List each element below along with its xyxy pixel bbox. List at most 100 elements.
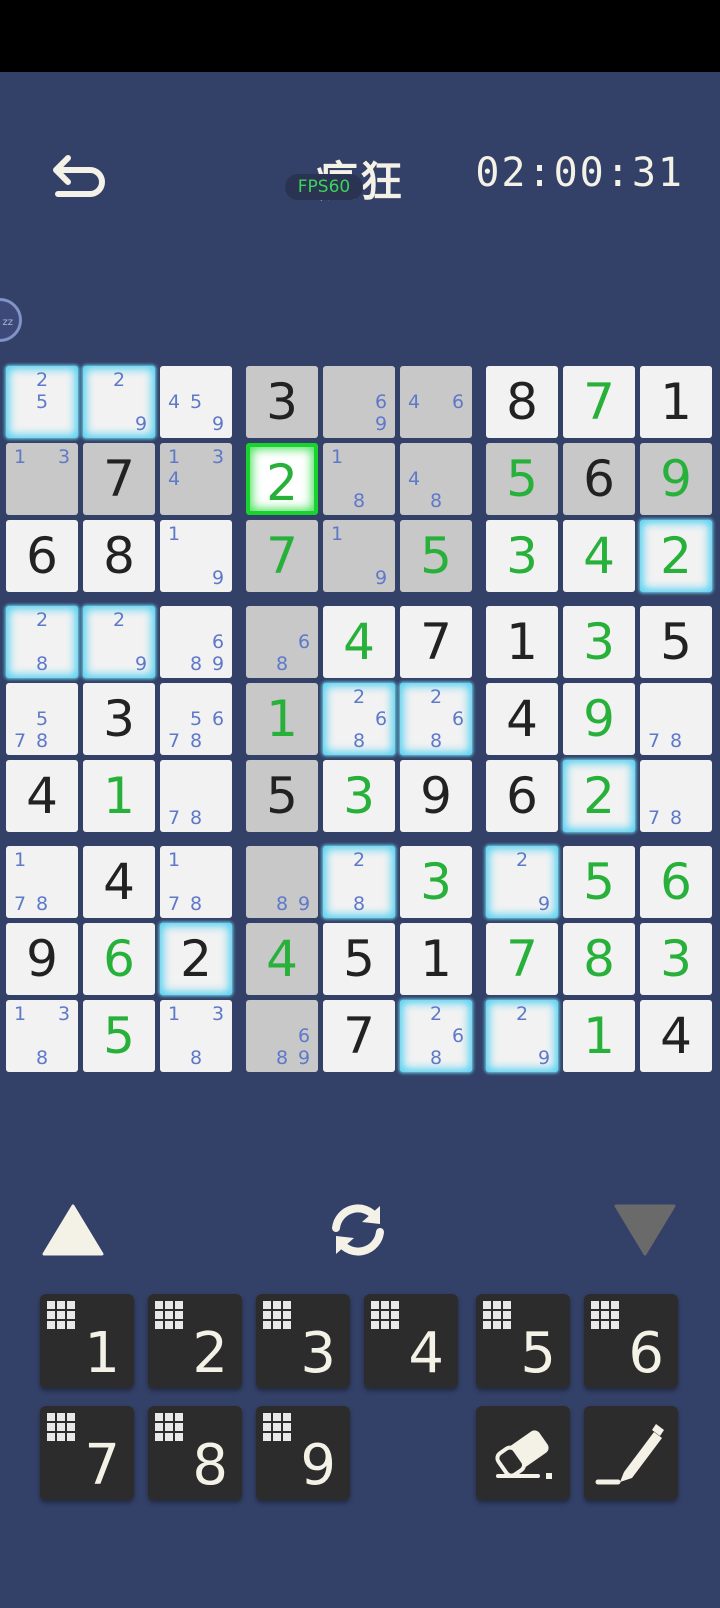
cell-r2c2[interactable]: 7 bbox=[83, 443, 155, 515]
cell-r1c7[interactable]: 8 bbox=[486, 366, 558, 438]
cell-r8c9[interactable]: 3 bbox=[640, 923, 712, 995]
cell-r7c5[interactable]: 28 bbox=[323, 846, 395, 918]
cell-r3c7[interactable]: 3 bbox=[486, 520, 558, 592]
cell-r2c1[interactable]: 13 bbox=[6, 443, 78, 515]
cell-r1c4[interactable]: 3 bbox=[246, 366, 318, 438]
cell-r3c9[interactable]: 2 bbox=[640, 520, 712, 592]
cell-r4c9[interactable]: 5 bbox=[640, 606, 712, 678]
cell-r2c4[interactable]: 2 bbox=[246, 443, 318, 515]
cell-r5c1[interactable]: 578 bbox=[6, 683, 78, 755]
cell-r1c9[interactable]: 1 bbox=[640, 366, 712, 438]
cell-r5c8[interactable]: 9 bbox=[563, 683, 635, 755]
cell-r7c3[interactable]: 1 78 bbox=[160, 846, 232, 918]
cell-r5c7[interactable]: 4 bbox=[486, 683, 558, 755]
cell-r2c9[interactable]: 9 bbox=[640, 443, 712, 515]
number-button-6[interactable]: 6 bbox=[584, 1294, 678, 1388]
cell-r4c6[interactable]: 7 bbox=[400, 606, 472, 678]
number-button-7[interactable]: 7 bbox=[40, 1406, 134, 1500]
cell-r1c1[interactable]: 25 bbox=[6, 366, 78, 438]
number-button-2[interactable]: 2 bbox=[148, 1294, 242, 1388]
cell-r8c7[interactable]: 7 bbox=[486, 923, 558, 995]
cell-r6c7[interactable]: 6 bbox=[486, 760, 558, 832]
cell-r7c9[interactable]: 6 bbox=[640, 846, 712, 918]
cell-r4c2[interactable]: 29 bbox=[83, 606, 155, 678]
cell-r6c6[interactable]: 9 bbox=[400, 760, 472, 832]
cell-r7c1[interactable]: 1 78 bbox=[6, 846, 78, 918]
cell-r6c9[interactable]: 78 bbox=[640, 760, 712, 832]
cell-r9c7[interactable]: 29 bbox=[486, 1000, 558, 1072]
cell-r2c7[interactable]: 5 bbox=[486, 443, 558, 515]
cell-r3c8[interactable]: 4 bbox=[563, 520, 635, 592]
entered-digit: 7 bbox=[266, 527, 298, 585]
cell-r8c3[interactable]: 2 bbox=[160, 923, 232, 995]
number-button-4[interactable]: 4 bbox=[364, 1294, 458, 1388]
cell-r9c1[interactable]: 1 38 bbox=[6, 1000, 78, 1072]
move-down-button[interactable] bbox=[612, 1202, 678, 1262]
cell-r7c4[interactable]: 89 bbox=[246, 846, 318, 918]
cell-r4c5[interactable]: 4 bbox=[323, 606, 395, 678]
cell-r6c3[interactable]: 78 bbox=[160, 760, 232, 832]
cell-r7c7[interactable]: 29 bbox=[486, 846, 558, 918]
cell-r1c8[interactable]: 7 bbox=[563, 366, 635, 438]
cell-r5c3[interactable]: 56 78 bbox=[160, 683, 232, 755]
cell-r2c6[interactable]: 48 bbox=[400, 443, 472, 515]
cell-r7c2[interactable]: 4 bbox=[83, 846, 155, 918]
pencil-note: 2 bbox=[35, 369, 49, 391]
cell-r6c8[interactable]: 2 bbox=[563, 760, 635, 832]
cell-r3c6[interactable]: 5 bbox=[400, 520, 472, 592]
cell-r9c9[interactable]: 4 bbox=[640, 1000, 712, 1072]
cell-r1c6[interactable]: 46 bbox=[400, 366, 472, 438]
cell-r6c2[interactable]: 1 bbox=[83, 760, 155, 832]
number-button-9[interactable]: 9 bbox=[256, 1406, 350, 1500]
cell-r8c5[interactable]: 5 bbox=[323, 923, 395, 995]
cell-r4c8[interactable]: 3 bbox=[563, 606, 635, 678]
cell-r6c5[interactable]: 3 bbox=[323, 760, 395, 832]
number-button-5[interactable]: 5 bbox=[476, 1294, 570, 1388]
cell-r9c3[interactable]: 1 38 bbox=[160, 1000, 232, 1072]
number-button-3[interactable]: 3 bbox=[256, 1294, 350, 1388]
cell-r3c1[interactable]: 6 bbox=[6, 520, 78, 592]
cell-r9c2[interactable]: 5 bbox=[83, 1000, 155, 1072]
cell-r7c8[interactable]: 5 bbox=[563, 846, 635, 918]
cell-r4c1[interactable]: 28 bbox=[6, 606, 78, 678]
side-floating-bubble[interactable]: zz bbox=[0, 298, 22, 342]
cell-r3c5[interactable]: 19 bbox=[323, 520, 395, 592]
cell-r2c3[interactable]: 1 3 4 bbox=[160, 443, 232, 515]
cell-r8c2[interactable]: 6 bbox=[83, 923, 155, 995]
cell-r4c7[interactable]: 1 bbox=[486, 606, 558, 678]
cell-r2c8[interactable]: 6 bbox=[563, 443, 635, 515]
cell-r9c8[interactable]: 1 bbox=[563, 1000, 635, 1072]
erase-button[interactable] bbox=[476, 1406, 570, 1500]
cell-r5c5[interactable]: 268 bbox=[323, 683, 395, 755]
cell-r8c8[interactable]: 8 bbox=[563, 923, 635, 995]
cell-r5c2[interactable]: 3 bbox=[83, 683, 155, 755]
pencil-notes-button[interactable] bbox=[584, 1406, 678, 1500]
pencil-note: 6 bbox=[451, 708, 465, 730]
cell-r5c6[interactable]: 268 bbox=[400, 683, 472, 755]
cell-r6c1[interactable]: 4 bbox=[6, 760, 78, 832]
cell-r3c3[interactable]: 19 bbox=[160, 520, 232, 592]
cell-r8c4[interactable]: 4 bbox=[246, 923, 318, 995]
cell-r9c6[interactable]: 268 bbox=[400, 1000, 472, 1072]
cell-r3c4[interactable]: 7 bbox=[246, 520, 318, 592]
number-button-8[interactable]: 8 bbox=[148, 1406, 242, 1500]
number-button-1[interactable]: 1 bbox=[40, 1294, 134, 1388]
cell-r8c6[interactable]: 1 bbox=[400, 923, 472, 995]
move-up-button[interactable] bbox=[40, 1202, 106, 1262]
cell-r6c4[interactable]: 5 bbox=[246, 760, 318, 832]
cell-r4c3[interactable]: 689 bbox=[160, 606, 232, 678]
cell-r1c5[interactable]: 69 bbox=[323, 366, 395, 438]
cell-r5c9[interactable]: 78 bbox=[640, 683, 712, 755]
cell-r4c4[interactable]: 68 bbox=[246, 606, 318, 678]
cell-r9c4[interactable]: 689 bbox=[246, 1000, 318, 1072]
refresh-button[interactable] bbox=[322, 1198, 394, 1266]
cell-r9c5[interactable]: 7 bbox=[323, 1000, 395, 1072]
cell-r1c3[interactable]: 459 bbox=[160, 366, 232, 438]
cell-r1c2[interactable]: 29 bbox=[83, 366, 155, 438]
cell-r7c6[interactable]: 3 bbox=[400, 846, 472, 918]
cell-r5c4[interactable]: 1 bbox=[246, 683, 318, 755]
cell-r2c5[interactable]: 18 bbox=[323, 443, 395, 515]
cell-r8c1[interactable]: 9 bbox=[6, 923, 78, 995]
pencil-note: 3 bbox=[57, 446, 71, 468]
cell-r3c2[interactable]: 8 bbox=[83, 520, 155, 592]
